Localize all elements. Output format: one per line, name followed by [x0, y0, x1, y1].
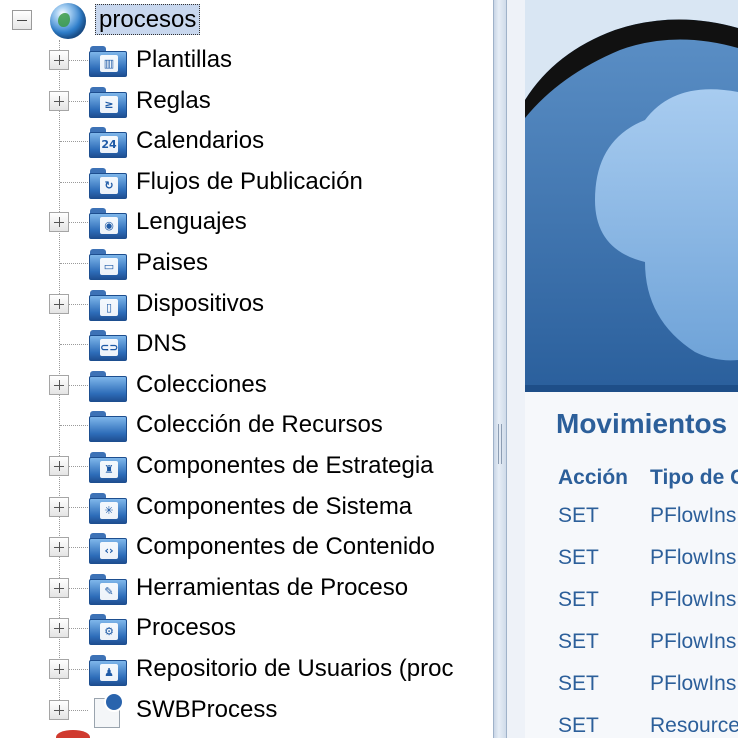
- tree-node-label[interactable]: Flujos de Publicación: [136, 166, 363, 198]
- dns-folder-icon: ⊂⊃: [88, 326, 128, 362]
- tree-node-label[interactable]: Plantillas: [136, 44, 232, 76]
- cell-type[interactable]: Resource: [650, 714, 738, 738]
- cell-type[interactable]: PFlowIns: [650, 672, 736, 696]
- tree-node[interactable]: ≥ Reglas: [0, 81, 493, 122]
- site-tree-panel: procesos ▥ Plantillas ≥ Reglas 24 Calendarios…: [0, 0, 493, 738]
- tree-node-label[interactable]: Calendarios: [136, 125, 264, 157]
- cell-action: SET: [558, 588, 599, 611]
- tree-node[interactable]: ⊂⊃ DNS: [0, 324, 493, 365]
- tree-connector: [60, 263, 88, 264]
- cell-type[interactable]: PFlowIns: [650, 546, 736, 570]
- workflow-folder-icon: ↻: [88, 164, 128, 200]
- panel-splitter[interactable]: [493, 0, 507, 738]
- globe-icon: [50, 3, 86, 39]
- tree-node[interactable]: ◉ Lenguajes: [0, 202, 493, 243]
- tree-node[interactable]: 24 Calendarios: [0, 121, 493, 162]
- tree-node[interactable]: ‹› Componentes de Contenido: [0, 527, 493, 568]
- collections-folder-icon: [88, 367, 128, 403]
- calendar-folder-icon: 24: [88, 123, 128, 159]
- tree-node-label[interactable]: Lenguajes: [136, 206, 247, 238]
- tree-root-label[interactable]: procesos: [95, 4, 201, 35]
- tree-node-label[interactable]: Dispositivos: [136, 288, 264, 320]
- tree-connector: [60, 141, 88, 143]
- countries-folder-icon: ▭: [88, 245, 128, 281]
- tree-node-label[interactable]: Herramientas de Proceso: [136, 572, 408, 604]
- cell-type[interactable]: PFlowIns: [650, 504, 736, 528]
- column-header-type[interactable]: Tipo de C: [650, 466, 738, 490]
- expand-plus-icon[interactable]: [49, 537, 69, 558]
- tree-row-partial: [0, 728, 493, 738]
- tree-connector: [60, 344, 88, 346]
- process-document-icon: [92, 691, 124, 728]
- content-components-folder-icon: ‹›: [88, 529, 128, 565]
- tree-node[interactable]: ♟ Repositorio de Usuarios (proc: [0, 649, 493, 690]
- user-repository-folder-icon: ♟: [88, 651, 128, 687]
- expand-plus-icon[interactable]: [49, 50, 69, 70]
- expand-plus-icon[interactable]: [49, 659, 69, 679]
- collapse-toggle-icon[interactable]: [12, 10, 32, 30]
- tree-node[interactable]: ↻ Flujos de Publicación: [0, 162, 493, 203]
- tree-node[interactable]: ♜ Componentes de Estrategia: [0, 446, 493, 487]
- rules-folder-icon: ≥: [88, 83, 128, 119]
- languages-folder-icon: ◉: [88, 204, 128, 240]
- tree-node-label[interactable]: Repositorio de Usuarios (proc: [136, 653, 453, 685]
- tree-node[interactable]: ✎ Herramientas de Proceso: [0, 568, 493, 609]
- cell-action: SET: [558, 714, 599, 737]
- cell-type[interactable]: PFlowIns: [650, 588, 736, 612]
- column-header-action[interactable]: Acción: [558, 466, 628, 490]
- tree-node-label[interactable]: Componentes de Contenido: [136, 531, 435, 563]
- tree-node[interactable]: SWBProcess: [0, 690, 493, 731]
- process-tools-folder-icon: ✎: [88, 570, 128, 606]
- tree-node-label[interactable]: Componentes de Sistema: [136, 491, 412, 523]
- tree-node[interactable]: ▯ Dispositivos: [0, 284, 493, 325]
- templates-folder-icon: ▥: [88, 42, 128, 78]
- tree-connector: [60, 181, 88, 183]
- tree-connector: [60, 425, 88, 427]
- content-panel: Movimientos Acción Tipo de C SET PFlowIns…: [507, 0, 738, 738]
- tree-root-row[interactable]: procesos: [0, 0, 493, 40]
- cell-type[interactable]: PFlowIns: [650, 630, 736, 654]
- processes-folder-icon: ⚙: [88, 610, 128, 646]
- tree-node-label[interactable]: Colecciones: [136, 369, 267, 401]
- expand-plus-icon[interactable]: [49, 212, 69, 233]
- tree-node-label[interactable]: Colección de Recursos: [136, 409, 383, 441]
- tree-node-label[interactable]: Procesos: [136, 612, 236, 644]
- expand-plus-icon[interactable]: [49, 577, 69, 598]
- devices-folder-icon: ▯: [88, 286, 128, 322]
- expand-plus-icon[interactable]: [49, 699, 69, 720]
- tree-node[interactable]: Colecciones: [0, 365, 493, 406]
- tree-node-label[interactable]: Reglas: [136, 85, 211, 117]
- tree-node[interactable]: ▭ Paises: [0, 243, 493, 284]
- tree-node-label[interactable]: Componentes de Estrategia: [136, 450, 434, 482]
- content-inner: Movimientos Acción Tipo de C SET PFlowIns…: [525, 0, 738, 738]
- cell-action: SET: [558, 504, 599, 527]
- system-components-folder-icon: ✳: [88, 489, 128, 525]
- tree-node-label[interactable]: Paises: [136, 247, 208, 279]
- expand-plus-icon[interactable]: [49, 456, 69, 476]
- tree-node[interactable]: Colección de Recursos: [0, 405, 493, 446]
- tree-node[interactable]: ⚙ Procesos: [0, 608, 493, 649]
- expand-plus-icon[interactable]: [49, 496, 69, 517]
- banner-image: [525, 0, 738, 392]
- splitter-grip-icon[interactable]: [498, 424, 502, 464]
- cell-action: SET: [558, 672, 599, 695]
- partial-node-icon: [56, 730, 90, 738]
- expand-plus-icon[interactable]: [49, 374, 69, 395]
- expand-plus-icon[interactable]: [49, 293, 69, 314]
- tree-node[interactable]: ✳ Componentes de Sistema: [0, 487, 493, 528]
- expand-plus-icon[interactable]: [49, 618, 69, 639]
- expand-plus-icon[interactable]: [49, 90, 69, 111]
- tree-node[interactable]: ▥ Plantillas: [0, 40, 493, 81]
- cell-action: SET: [558, 546, 599, 569]
- resource-collection-folder-icon: [88, 407, 128, 443]
- strategy-components-folder-icon: ♜: [88, 448, 128, 484]
- section-title: Movimientos: [556, 408, 728, 439]
- cell-action: SET: [558, 630, 599, 653]
- tree-node-label[interactable]: SWBProcess: [136, 694, 277, 726]
- tree-node-label[interactable]: DNS: [136, 328, 187, 360]
